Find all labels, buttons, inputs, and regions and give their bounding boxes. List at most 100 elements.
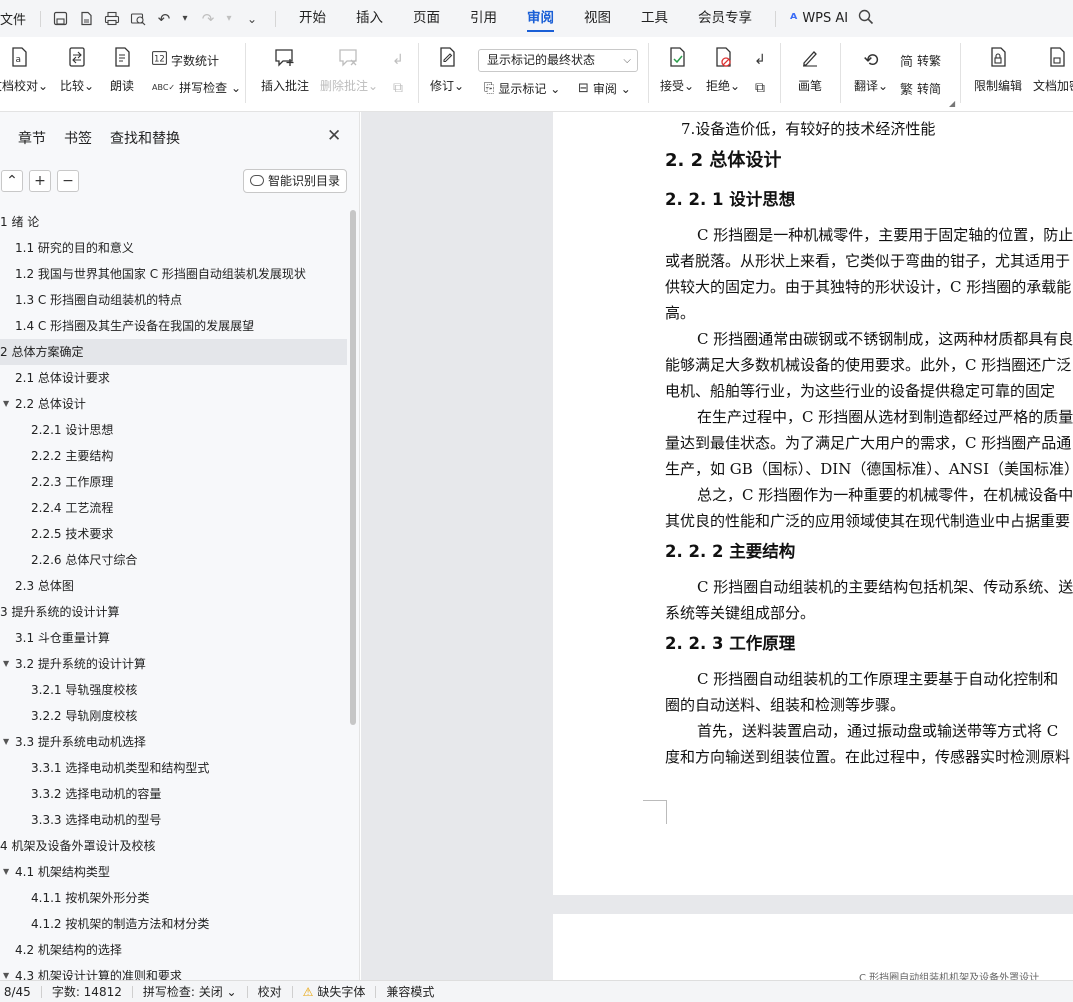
doc-check-button[interactable]: a 文档校对⌄ bbox=[0, 45, 48, 94]
redo-icon[interactable]: ↷ bbox=[197, 8, 219, 30]
page-indicator[interactable]: 页: 8/45 bbox=[0, 983, 31, 1000]
reject-button[interactable]: 拒绝⌄ bbox=[706, 45, 740, 94]
toc-item[interactable]: 2.2.5 技术要求 bbox=[0, 521, 350, 547]
chevron-down-icon: ⌄ bbox=[226, 985, 237, 999]
next-change-button[interactable]: ⧉ bbox=[750, 77, 770, 99]
toc-item[interactable]: 4.1.2 按机架的制造方法和材分类 bbox=[0, 911, 350, 937]
tab-chapters[interactable]: 章节 bbox=[18, 128, 46, 148]
toc-item[interactable]: 2.3 总体图 bbox=[0, 573, 350, 599]
word-count-status[interactable]: 字数: 14812 bbox=[52, 983, 122, 1000]
toc-item[interactable]: 3.2.2 导轨刚度校核 bbox=[0, 703, 350, 729]
review-pane-button[interactable]: ⊟ 审阅 ⌄ bbox=[578, 80, 631, 97]
close-icon[interactable]: ✕ bbox=[327, 126, 341, 146]
restrict-editing-button[interactable]: 限制编辑 bbox=[974, 45, 1022, 94]
expand-triangle-icon[interactable]: ▼ bbox=[3, 391, 9, 417]
toc-item[interactable]: 1.3 C 形挡圈自动组装机的特点 bbox=[0, 287, 350, 313]
add-heading-button[interactable]: + bbox=[29, 170, 51, 192]
toc-item[interactable]: 3.1 斗仓重量计算 bbox=[0, 625, 350, 651]
file-menu[interactable]: 文件 bbox=[0, 9, 32, 28]
toc-item[interactable]: ▼ 4.3 机架设计计算的准则和要求 bbox=[0, 963, 350, 980]
toc-item[interactable]: 3.2.1 导轨强度校核 bbox=[0, 677, 350, 703]
search-icon[interactable] bbox=[858, 9, 874, 29]
toc-item[interactable]: 2.2.1 设计思想 bbox=[0, 417, 350, 443]
track-changes-button[interactable]: 修订⌄ bbox=[430, 45, 464, 94]
toc-item[interactable]: 2.1 总体设计要求 bbox=[0, 365, 350, 391]
document-page-next[interactable]: C 形挡圈自动组装机机架及设备外罩设计 bbox=[553, 914, 1073, 980]
toc-item[interactable]: 3.3.3 选择电动机的型号 bbox=[0, 807, 350, 833]
save-icon[interactable] bbox=[49, 8, 71, 30]
toc-item[interactable]: 2 总体方案确定 bbox=[0, 339, 347, 365]
toc-item[interactable]: 4.1.1 按机架外形分类 bbox=[0, 885, 350, 911]
spell-check-status[interactable]: 拼写检查: 关闭 ⌄ bbox=[143, 983, 237, 1000]
toc-item[interactable]: 1 绪 论 bbox=[0, 209, 350, 235]
expand-triangle-icon[interactable]: ▼ bbox=[3, 963, 9, 980]
show-markup-button[interactable]: ⎘ 显示标记 ⌄ bbox=[484, 80, 560, 97]
compare-button[interactable]: 比较⌄ bbox=[60, 45, 94, 94]
to-simplified-button[interactable]: 繁 转简 bbox=[900, 79, 941, 98]
undo-icon[interactable]: ↶ bbox=[153, 8, 175, 30]
proofread-status[interactable]: 校对 bbox=[258, 983, 282, 1000]
tab-review[interactable]: 审阅 bbox=[512, 0, 569, 37]
toc-item[interactable]: ▼ 3.3 提升系统电动机选择 bbox=[0, 729, 350, 755]
nav-scrollbar[interactable] bbox=[350, 210, 356, 725]
tab-view[interactable]: 视图 bbox=[569, 0, 626, 37]
tab-home[interactable]: 开始 bbox=[284, 0, 341, 37]
tab-bookmarks[interactable]: 书签 bbox=[64, 128, 92, 148]
toc-item[interactable]: 2.2.3 工作原理 bbox=[0, 469, 350, 495]
toc-item[interactable]: 2.2.6 总体尺寸综合 bbox=[0, 547, 350, 573]
pen-button[interactable]: 画笔 bbox=[798, 45, 822, 94]
prev-change-button[interactable]: ↲ bbox=[750, 49, 770, 71]
chevron-down-icon: ⌄ bbox=[368, 79, 379, 93]
spell-check-button[interactable]: ABC✓ 拼写检查 ⌄ bbox=[152, 79, 241, 96]
wps-ai-button[interactable]: ᴬ WPS AI bbox=[790, 10, 848, 28]
missing-font-status[interactable]: ⚠ 缺失字体 bbox=[303, 983, 366, 1000]
tab-tools[interactable]: 工具 bbox=[626, 0, 683, 37]
tab-page[interactable]: 页面 bbox=[398, 0, 455, 37]
markup-state-select[interactable]: 显示标记的最终状态 ⌵ bbox=[478, 49, 638, 72]
document-page[interactable]: 7.设备造价低，有较好的技术经济性能 2. 2 总体设计 2. 2. 1 设计思想 C… bbox=[553, 112, 1073, 895]
delete-comment-button[interactable]: 删除批注⌄ bbox=[320, 45, 378, 94]
tab-insert[interactable]: 插入 bbox=[341, 0, 398, 37]
toc-item[interactable]: 4.2 机架结构的选择 bbox=[0, 937, 350, 963]
toc-item[interactable]: 2.2.2 主要结构 bbox=[0, 443, 350, 469]
toc-item[interactable]: 3.3.1 选择电动机类型和结构型式 bbox=[0, 755, 350, 781]
toc-item[interactable]: ▼ 2.2 总体设计 bbox=[0, 391, 350, 417]
body-text-line: 其优良的性能和广泛的应用领域使其在现代制造业中占据重要 bbox=[665, 512, 1071, 530]
toc-item[interactable]: 3.3.2 选择电动机的容量 bbox=[0, 781, 350, 807]
toc-item[interactable]: ▼ 3.2 提升系统的设计计算 bbox=[0, 651, 350, 677]
toc-item[interactable]: 4 机架及设备外罩设计及校核 bbox=[0, 833, 350, 859]
expand-triangle-icon[interactable]: ▼ bbox=[3, 729, 9, 755]
toc-item[interactable]: 2.2.4 工艺流程 bbox=[0, 495, 350, 521]
word-count-button[interactable]: 12 字数统计 bbox=[152, 51, 219, 69]
warning-icon: ⚠ bbox=[302, 985, 314, 999]
tab-references[interactable]: 引用 bbox=[455, 0, 512, 37]
doc-encrypt-button[interactable]: 文档加密 bbox=[1033, 45, 1073, 94]
export-pdf-icon[interactable] bbox=[75, 8, 97, 30]
toc-item[interactable]: 1.4 C 形挡圈及其生产设备在我国的发展展望 bbox=[0, 313, 350, 339]
print-preview-icon[interactable] bbox=[127, 8, 149, 30]
prev-comment-button[interactable]: ↲ bbox=[388, 49, 408, 71]
remove-heading-button[interactable]: − bbox=[57, 170, 79, 192]
chevron-down-icon[interactable]: ▾ bbox=[223, 8, 235, 30]
more-icon[interactable]: ⌄ bbox=[241, 8, 263, 30]
print-icon[interactable] bbox=[101, 8, 123, 30]
next-comment-button[interactable]: ⧉ bbox=[388, 77, 408, 99]
toc-item[interactable]: ▼ 4.1 机架结构类型 bbox=[0, 859, 350, 885]
smart-toc-button[interactable]: 智能识别目录 bbox=[243, 169, 347, 193]
toc-item[interactable]: 1.1 研究的目的和意义 bbox=[0, 235, 350, 261]
translate-button[interactable]: ⟲ 翻译⌄ bbox=[854, 45, 888, 94]
accept-button[interactable]: 接受⌄ bbox=[660, 45, 694, 94]
to-traditional-button[interactable]: 简 转繁 bbox=[900, 51, 941, 70]
expand-group-icon[interactable]: ◢ bbox=[949, 99, 955, 108]
tab-find-replace[interactable]: 查找和替换 bbox=[110, 128, 180, 148]
read-aloud-button[interactable]: 朗读 bbox=[110, 45, 134, 94]
tab-member[interactable]: 会员专享 bbox=[683, 0, 767, 37]
insert-comment-button[interactable]: 插入批注 bbox=[261, 45, 309, 94]
wps-ai-logo-icon: ᴬ bbox=[790, 9, 798, 28]
expand-triangle-icon[interactable]: ▼ bbox=[3, 651, 9, 677]
chevron-down-icon[interactable]: ▾ bbox=[179, 8, 191, 30]
toc-item[interactable]: 3 提升系统的设计计算 bbox=[0, 599, 350, 625]
collapse-up-button[interactable]: ⌃ bbox=[1, 170, 23, 192]
expand-triangle-icon[interactable]: ▼ bbox=[3, 859, 9, 885]
toc-item[interactable]: 1.2 我国与世界其他国家 C 形挡圈自动组装机发展现状 bbox=[0, 261, 350, 287]
